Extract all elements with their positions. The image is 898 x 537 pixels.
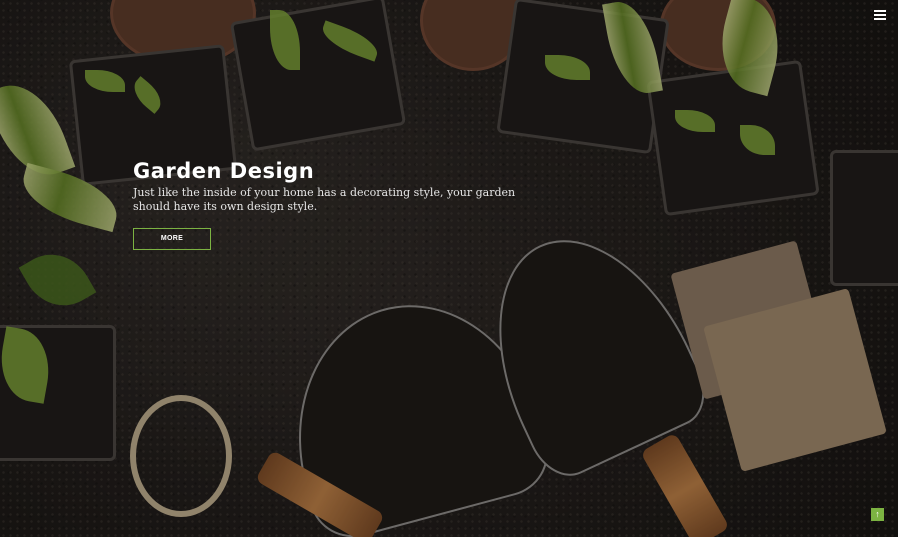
- menu-button[interactable]: [874, 10, 886, 20]
- hero-banner: Garden Design Just like the inside of yo…: [0, 0, 898, 537]
- hero-description: Just like the inside of your home has a …: [133, 186, 516, 213]
- hamburger-icon: [874, 10, 886, 12]
- hero-caption: Garden Design Just like the inside of yo…: [133, 156, 533, 250]
- hero-title: Garden Design: [133, 159, 315, 183]
- back-to-top-button[interactable]: ↑: [871, 508, 884, 521]
- dark-overlay: [0, 0, 898, 537]
- more-button[interactable]: MORE: [133, 228, 211, 250]
- arrow-up-icon: ↑: [875, 509, 880, 519]
